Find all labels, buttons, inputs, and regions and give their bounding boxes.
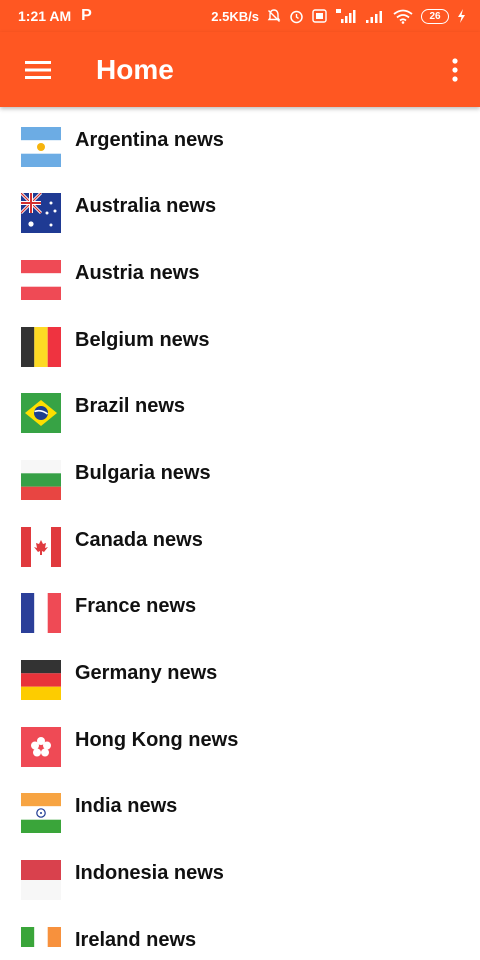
signal-4g-icon [336, 9, 356, 23]
list-item-germany[interactable]: Germany news [0, 640, 480, 706]
battery-icon: 26 [421, 8, 449, 24]
overflow-menu-button[interactable] [430, 32, 480, 107]
list-item-ireland[interactable]: Ireland news [0, 907, 480, 947]
list-item-australia[interactable]: Australia news [0, 173, 480, 239]
list-item-brazil[interactable]: Brazil news [0, 373, 480, 439]
country-list: Argentina news Australia news Austria ne… [0, 107, 480, 947]
volte-icon [312, 9, 327, 23]
status-time: 1:21 AM [18, 8, 72, 24]
list-item-france[interactable]: France news [0, 573, 480, 639]
country-label: Hong Kong news [75, 728, 239, 751]
country-label: Indonesia news [75, 861, 224, 884]
country-label: Germany news [75, 661, 218, 684]
bulgaria-flag-icon [21, 460, 61, 500]
menu-button[interactable] [0, 32, 76, 107]
country-label: France news [75, 594, 197, 617]
austria-flag-icon [21, 260, 61, 300]
india-flag-icon [21, 793, 61, 833]
list-item-canada[interactable]: Canada news [0, 507, 480, 573]
country-label: Austria news [75, 261, 200, 284]
country-label: Brazil news [75, 394, 186, 417]
notification-off-icon [267, 9, 281, 22]
country-label: Australia news [75, 194, 217, 217]
list-item-indonesia[interactable]: Indonesia news [0, 840, 480, 906]
country-label: India news [75, 794, 178, 817]
hamburger-menu-icon [25, 60, 51, 79]
country-label: Belgium news [75, 328, 210, 351]
list-item-argentina[interactable]: Argentina news [0, 107, 480, 173]
country-label: Argentina news [75, 128, 224, 151]
list-item-hong-kong[interactable]: Hong Kong news [0, 707, 480, 773]
wifi-icon [393, 9, 413, 24]
country-label: Bulgaria news [75, 461, 211, 484]
charging-icon [458, 9, 465, 23]
alarm-icon [290, 10, 303, 23]
brazil-flag-icon [21, 393, 61, 433]
france-flag-icon [21, 593, 61, 633]
canada-flag-icon [21, 527, 61, 567]
more-vert-icon [452, 57, 458, 82]
list-item-bulgaria[interactable]: Bulgaria news [0, 440, 480, 506]
app-bar: Home [0, 32, 480, 107]
germany-flag-icon [21, 660, 61, 700]
indonesia-flag-icon [21, 860, 61, 900]
network-speed: 2.5KB/s [211, 8, 259, 24]
status-bar: 1:21 AM P 2.5KB/s 26 [0, 0, 480, 32]
argentina-flag-icon [21, 127, 61, 167]
signal-icon [366, 10, 382, 23]
hong-kong-flag-icon [21, 727, 61, 767]
list-item-belgium[interactable]: Belgium news [0, 307, 480, 373]
australia-flag-icon [21, 193, 61, 233]
belgium-flag-icon [21, 327, 61, 367]
list-item-india[interactable]: India news [0, 773, 480, 839]
country-label: Ireland news [75, 928, 197, 948]
country-label: Canada news [75, 528, 203, 551]
parking-app-icon: P [81, 7, 92, 24]
list-item-austria[interactable]: Austria news [0, 240, 480, 306]
page-title: Home [96, 53, 174, 85]
ireland-flag-icon [21, 927, 61, 947]
